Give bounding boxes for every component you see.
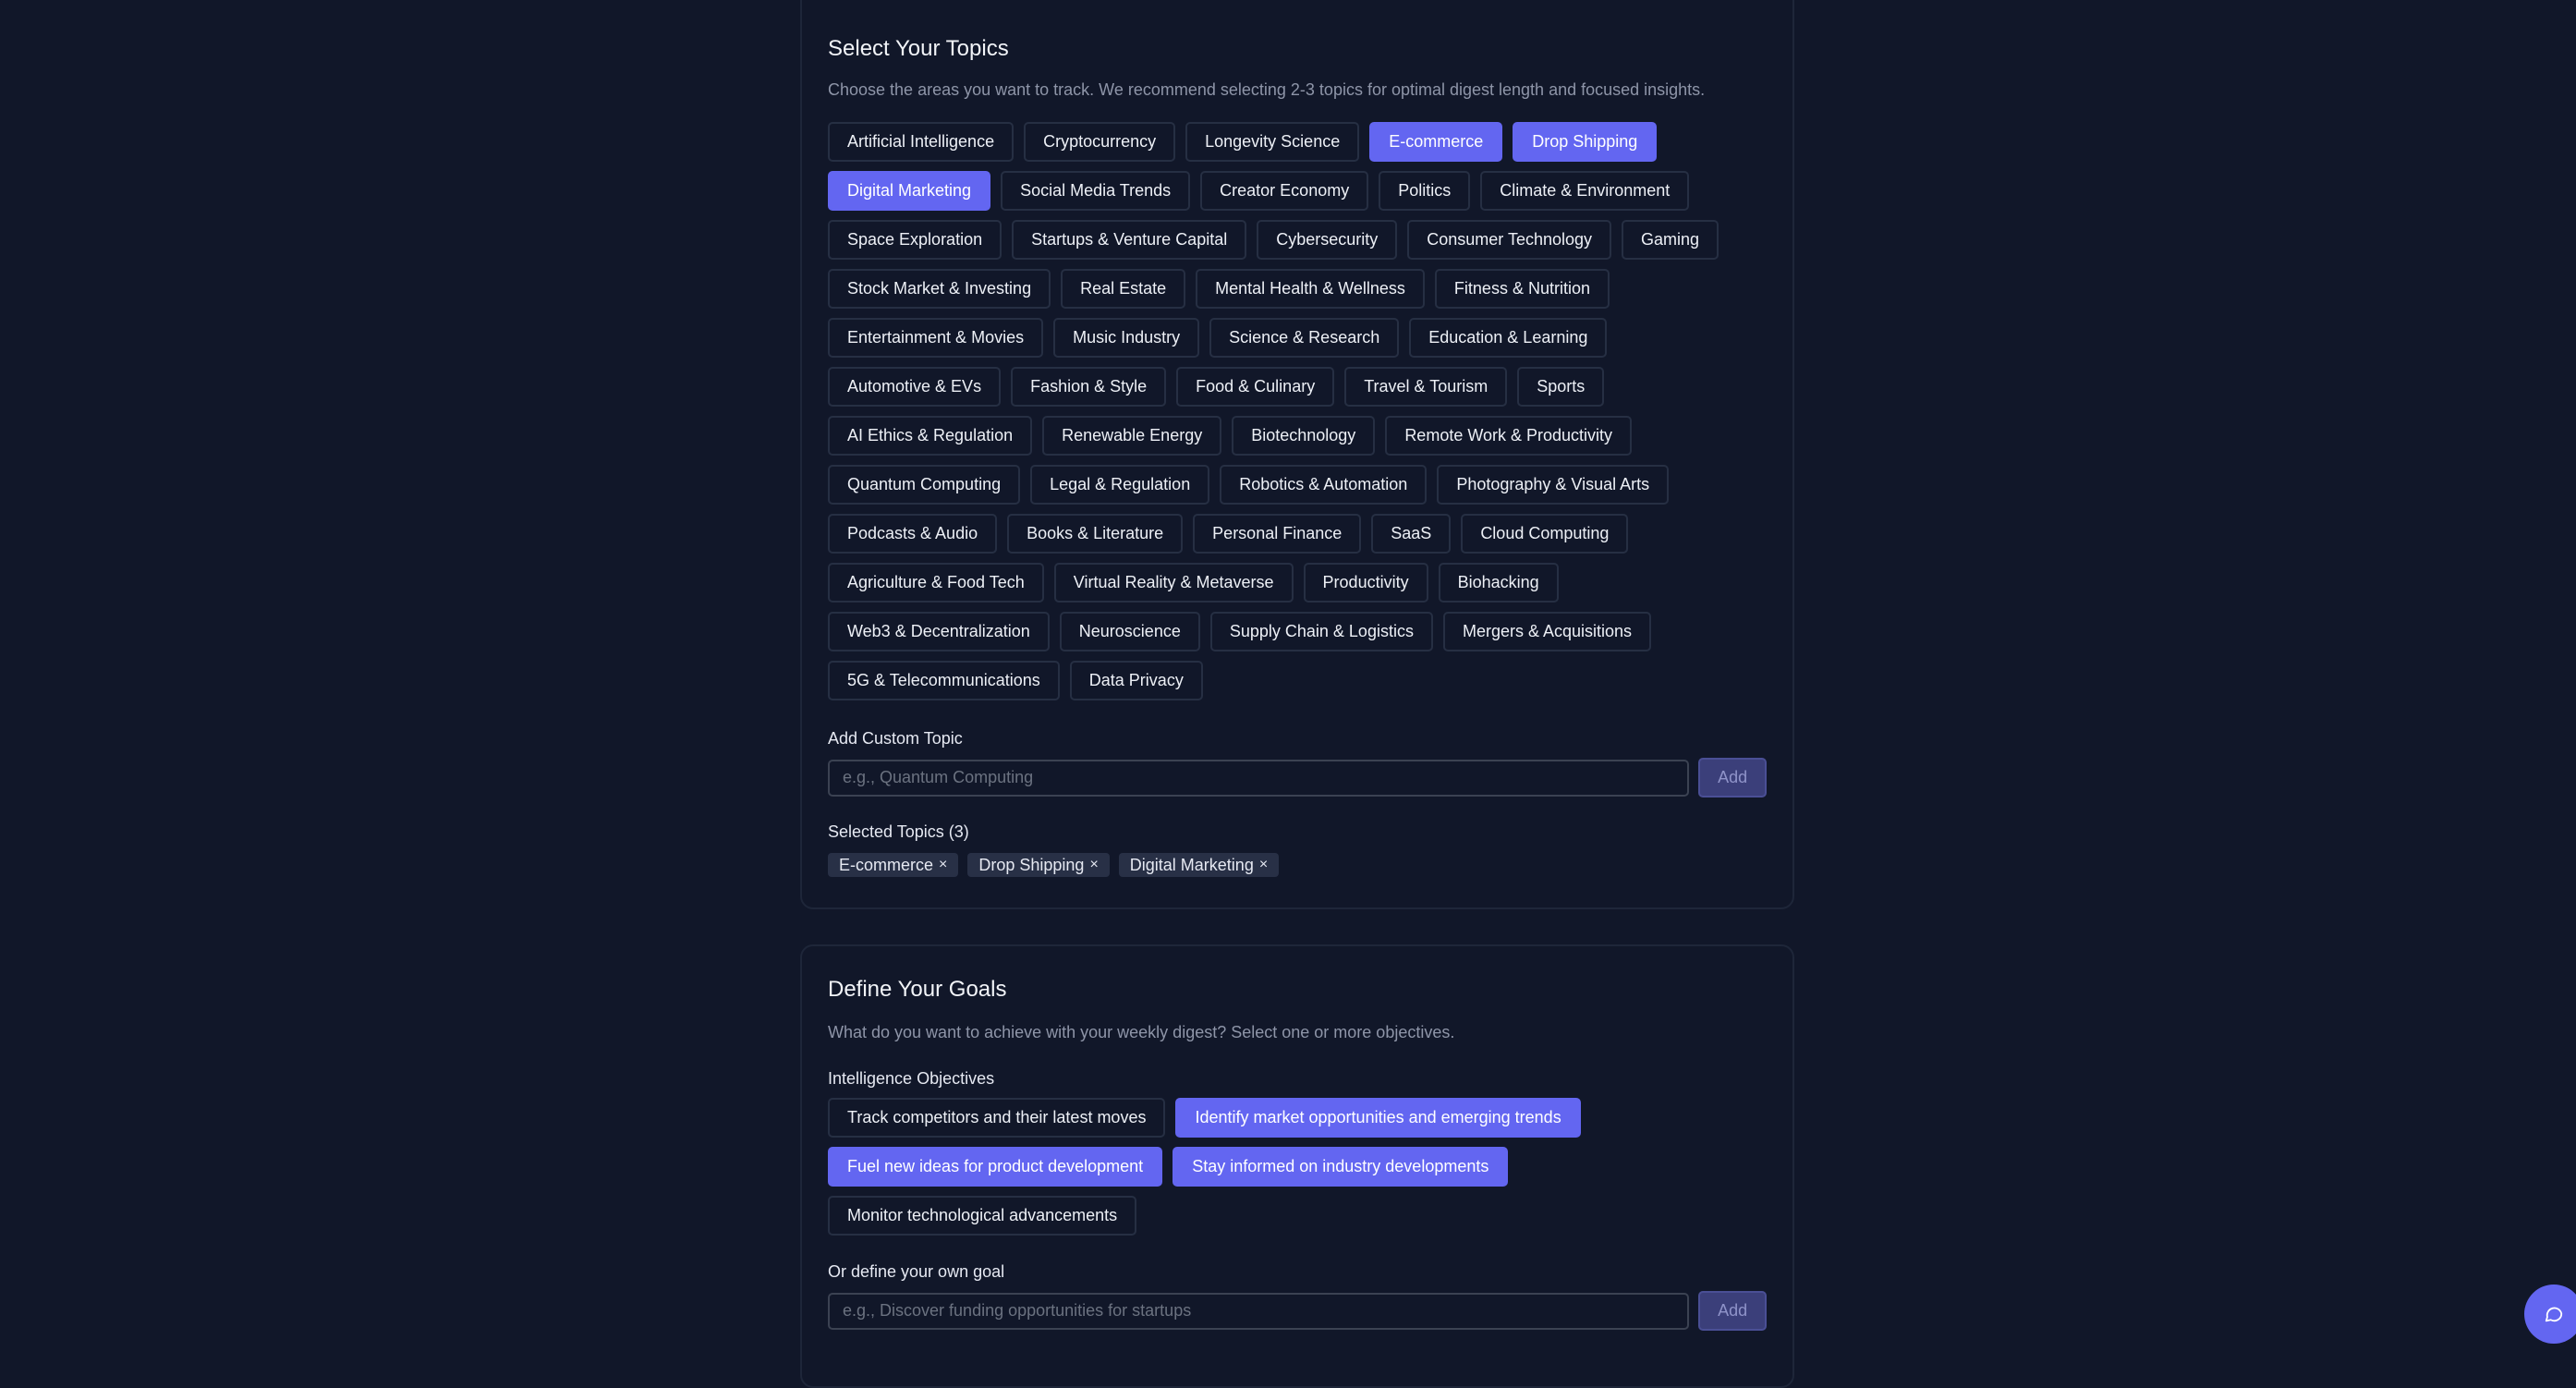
custom-topic-label: Add Custom Topic <box>828 729 963 748</box>
custom-goal-label: Or define your own goal <box>828 1262 1005 1281</box>
topic-chip[interactable]: Cryptocurrency <box>1024 122 1176 162</box>
topic-chip[interactable]: Stock Market & Investing <box>828 269 1051 309</box>
topic-chip[interactable]: Virtual Reality & Metaverse <box>1053 563 1294 603</box>
topic-chip[interactable]: Cybersecurity <box>1257 220 1398 260</box>
topic-chip[interactable]: Artificial Intelligence <box>828 122 1015 162</box>
topic-chip[interactable]: Personal Finance <box>1193 514 1362 554</box>
objective-chip-selected[interactable]: Stay informed on industry developments <box>1173 1147 1509 1187</box>
topic-chip[interactable]: Cloud Computing <box>1461 514 1629 554</box>
topic-chip[interactable]: Mergers & Acquisitions <box>1442 612 1652 651</box>
topic-chip[interactable]: Fitness & Nutrition <box>1434 269 1610 309</box>
topic-chip[interactable]: Books & Literature <box>1007 514 1184 554</box>
topics-description: Choose the areas you want to track. We r… <box>828 80 1706 99</box>
topic-chip[interactable]: Food & Culinary <box>1176 367 1335 407</box>
remove-topic-icon[interactable]: × <box>1089 857 1098 873</box>
topic-chip[interactable]: Real Estate <box>1061 269 1186 309</box>
topics-title: Select Your Topics <box>828 36 1009 61</box>
topic-chip-selected[interactable]: E-commerce <box>1369 122 1503 162</box>
goals-card: Define Your Goals What do you want to ac… <box>800 944 1794 1388</box>
topic-chip[interactable]: Gaming <box>1622 220 1719 260</box>
topic-chip[interactable]: Social Media Trends <box>1001 171 1191 211</box>
topic-chip[interactable]: 5G & Telecommunications <box>828 661 1060 700</box>
topic-chip[interactable]: Creator Economy <box>1200 171 1369 211</box>
remove-topic-icon[interactable]: × <box>939 857 947 873</box>
topic-chip[interactable]: Agriculture & Food Tech <box>828 563 1044 603</box>
topic-chip[interactable]: Travel & Tourism <box>1344 367 1508 407</box>
topic-chip[interactable]: Politics <box>1379 171 1471 211</box>
goals-description: What do you want to achieve with your we… <box>828 1023 1455 1041</box>
topic-chip[interactable]: Neuroscience <box>1059 612 1200 651</box>
objective-chip[interactable]: Track competitors and their latest moves <box>828 1098 1166 1138</box>
topic-chip[interactable]: Sports <box>1517 367 1605 407</box>
chat-bubble-icon <box>2545 1307 2563 1322</box>
topic-chip-list: Artificial Intelligence Cryptocurrency Lon… <box>828 122 1767 700</box>
topic-chip[interactable]: Mental Health & Wellness <box>1196 269 1425 309</box>
topic-chip[interactable]: Biotechnology <box>1232 416 1376 456</box>
selected-topic-label: E-commerce <box>839 855 934 874</box>
topic-chip-selected[interactable]: Digital Marketing <box>828 171 991 211</box>
topic-chip[interactable]: Science & Research <box>1209 318 1400 358</box>
topic-chip[interactable]: Quantum Computing <box>828 465 1021 505</box>
topic-chip[interactable]: Space Exploration <box>828 220 1002 260</box>
topic-chip[interactable]: Biohacking <box>1438 563 1559 603</box>
topic-chip[interactable]: Web3 & Decentralization <box>828 612 1050 651</box>
topic-chip[interactable]: Automotive & EVs <box>828 367 1002 407</box>
add-topic-button[interactable]: Add <box>1698 758 1767 797</box>
topic-chip[interactable]: Education & Learning <box>1409 318 1608 358</box>
topic-chip[interactable]: Legal & Regulation <box>1030 465 1210 505</box>
topic-chip-selected[interactable]: Drop Shipping <box>1513 122 1658 162</box>
topic-chip[interactable]: Productivity <box>1303 563 1428 603</box>
objective-chip-list: Track competitors and their latest moves… <box>828 1098 1767 1236</box>
selected-topics-label: Selected Topics (3) <box>828 822 969 841</box>
topic-chip[interactable]: Startups & Venture Capital <box>1012 220 1247 260</box>
topic-chip[interactable]: SaaS <box>1371 514 1452 554</box>
topic-chip[interactable]: Supply Chain & Logistics <box>1209 612 1433 651</box>
topic-chip[interactable]: Robotics & Automation <box>1220 465 1428 505</box>
objective-chip-selected[interactable]: Identify market opportunities and emergi… <box>1175 1098 1581 1138</box>
custom-topic-section: Add Custom Topic Add <box>828 726 1767 797</box>
topics-card: Select Your Topics Choose the areas you … <box>800 0 1794 909</box>
topic-chip[interactable]: Podcasts & Audio <box>828 514 998 554</box>
selected-topic-tag: E-commerce × <box>828 853 959 877</box>
topic-chip[interactable]: Music Industry <box>1053 318 1200 358</box>
objective-chip[interactable]: Monitor technological advancements <box>828 1196 1137 1236</box>
topic-chip[interactable]: Data Privacy <box>1069 661 1203 700</box>
custom-topic-input[interactable] <box>828 759 1690 797</box>
selected-topic-tag: Digital Marketing × <box>1118 853 1280 877</box>
topic-chip[interactable]: Renewable Energy <box>1042 416 1222 456</box>
selected-topics-section: Selected Topics (3) E-commerce × Drop Ship… <box>828 820 1767 877</box>
objectives-label: Intelligence Objectives <box>828 1069 995 1088</box>
selected-topics-list: E-commerce × Drop Shipping × Digital Marketi… <box>828 853 1767 877</box>
goals-title: Define Your Goals <box>828 977 1007 1002</box>
selected-topic-tag: Drop Shipping × <box>967 853 1110 877</box>
objective-chip-selected[interactable]: Fuel new ideas for product development <box>828 1147 1163 1187</box>
topic-chip[interactable]: Entertainment & Movies <box>828 318 1044 358</box>
add-goal-button[interactable]: Add <box>1698 1291 1767 1331</box>
custom-goal-input[interactable] <box>828 1292 1690 1330</box>
topic-chip[interactable]: Remote Work & Productivity <box>1385 416 1633 456</box>
topic-chip[interactable]: Longevity Science <box>1185 122 1360 162</box>
custom-goal-section: Or define your own goal Add <box>828 1260 1767 1331</box>
topic-chip[interactable]: Climate & Environment <box>1480 171 1690 211</box>
topic-chip[interactable]: Fashion & Style <box>1011 367 1167 407</box>
topic-chip[interactable]: AI Ethics & Regulation <box>828 416 1033 456</box>
remove-topic-icon[interactable]: × <box>1259 857 1268 873</box>
selected-topic-label: Digital Marketing <box>1129 855 1254 874</box>
chat-fab-button[interactable] <box>2524 1285 2576 1344</box>
selected-topic-label: Drop Shipping <box>978 855 1085 874</box>
topic-chip[interactable]: Consumer Technology <box>1407 220 1612 260</box>
topic-chip[interactable]: Photography & Visual Arts <box>1437 465 1670 505</box>
